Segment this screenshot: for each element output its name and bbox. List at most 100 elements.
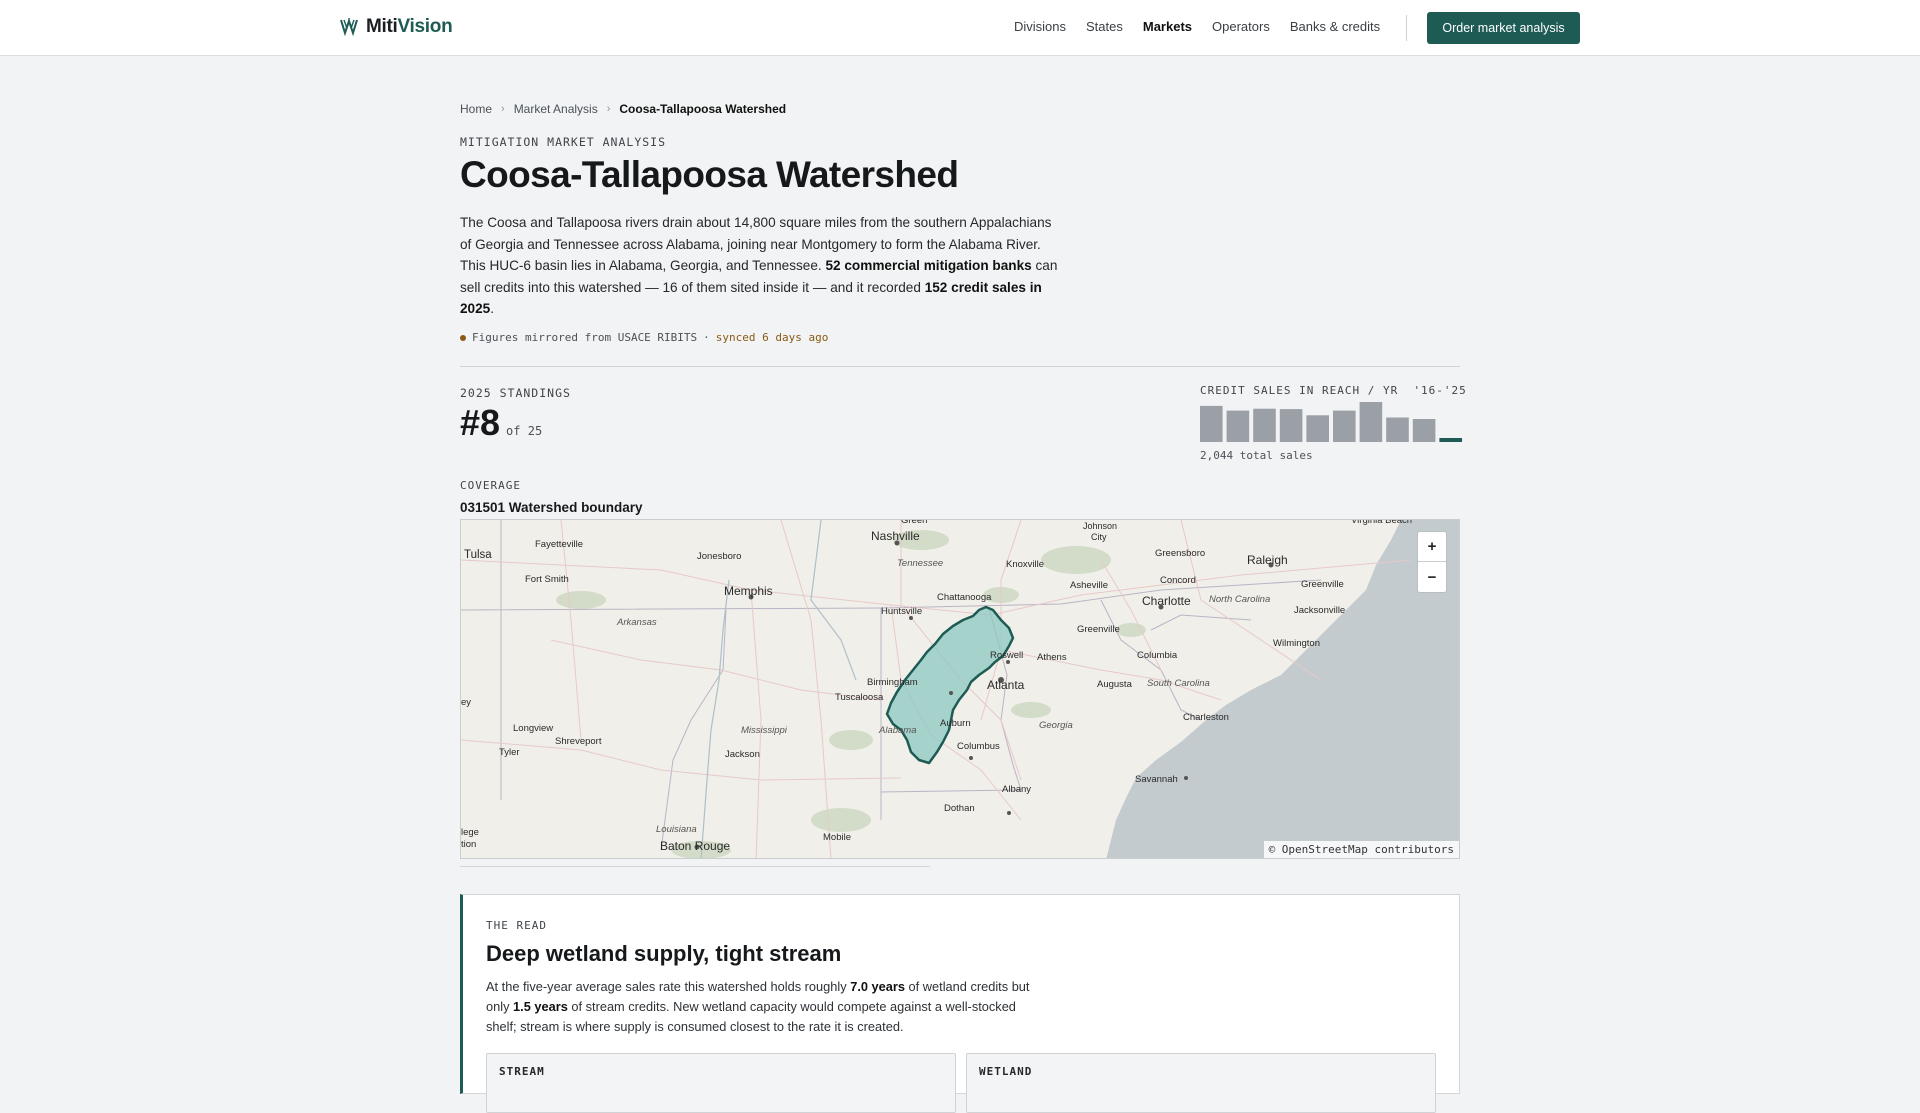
map-canvas[interactable]: Nashville Tulsa Fayetteville Jonesboro F… bbox=[461, 520, 1460, 859]
svg-text:Raleigh: Raleigh bbox=[1247, 553, 1288, 567]
svg-text:Greenville: Greenville bbox=[1077, 624, 1120, 635]
breadcrumb-home[interactable]: Home bbox=[460, 102, 492, 116]
read-title: Deep wetland supply, tight stream bbox=[486, 941, 842, 966]
sales-bar-2019 bbox=[1279, 409, 1303, 442]
svg-text:Jacksonville: Jacksonville bbox=[1294, 605, 1345, 616]
page-eyebrow: MITIGATION MARKET ANALYSIS bbox=[460, 135, 667, 149]
sales-bar-2017 bbox=[1226, 410, 1250, 442]
page-title: Coosa-Tallapoosa Watershed bbox=[460, 154, 959, 195]
svg-text:Georgia: Georgia bbox=[1039, 720, 1073, 731]
brand-name-part1: Miti bbox=[366, 16, 398, 37]
nav-divider bbox=[1406, 15, 1407, 41]
svg-text:Charlotte: Charlotte bbox=[1142, 594, 1191, 608]
svg-text:Dothan: Dothan bbox=[944, 803, 975, 814]
svg-text:Tyler: Tyler bbox=[499, 747, 520, 758]
sales-total: 2,044 total sales bbox=[1200, 449, 1313, 462]
svg-text:Tulsa: Tulsa bbox=[464, 549, 492, 561]
breadcrumb-section[interactable]: Market Analysis bbox=[514, 102, 598, 116]
wetland-panel: WETLAND bbox=[966, 1053, 1436, 1113]
sales-chart-label: CREDIT SALES IN REACH / YR '16-'25 bbox=[1200, 384, 1467, 397]
svg-text:Alabama: Alabama bbox=[878, 725, 917, 736]
svg-text:Virginia Beach: Virginia Beach bbox=[1351, 520, 1412, 526]
svg-text:Huntsville: Huntsville bbox=[881, 606, 922, 617]
svg-text:Asheville: Asheville bbox=[1070, 580, 1108, 591]
map-rivers bbox=[700, 520, 857, 858]
svg-text:Tuscaloosa: Tuscaloosa bbox=[835, 692, 884, 703]
standings-label: 2025 STANDINGS bbox=[460, 386, 571, 400]
nav-link-banks-credits[interactable]: Banks & credits bbox=[1290, 19, 1380, 34]
sync-age: synced 6 days ago bbox=[715, 331, 829, 344]
breadcrumb: Home › Market Analysis › Coosa-Tallapoos… bbox=[460, 102, 786, 116]
nav-link-operators[interactable]: Operators bbox=[1212, 19, 1270, 34]
logo-mark-icon bbox=[340, 18, 358, 36]
stream-panel: STREAM bbox=[486, 1053, 956, 1113]
standings-rank: #8 of 25 bbox=[460, 402, 542, 444]
svg-text:Wilmington: Wilmington bbox=[1273, 638, 1320, 649]
sync-source: Figures mirrored from USACE RIBITS bbox=[472, 331, 698, 344]
svg-text:Knoxville: Knoxville bbox=[1006, 559, 1044, 570]
svg-text:Savannah: Savannah bbox=[1135, 774, 1178, 785]
rank-total: of 25 bbox=[506, 424, 543, 438]
svg-text:Albany: Albany bbox=[1002, 784, 1031, 795]
read-eyebrow: THE READ bbox=[486, 919, 547, 932]
svg-text:Louisiana: Louisiana bbox=[656, 824, 697, 835]
sales-bar-2025 bbox=[1439, 438, 1462, 442]
intro-paragraph: The Coosa and Tallapoosa rivers drain ab… bbox=[460, 212, 1065, 320]
coverage-name: 031501 Watershed boundary bbox=[460, 500, 643, 515]
svg-text:lege: lege bbox=[461, 827, 479, 838]
zoom-out-button[interactable]: − bbox=[1418, 562, 1446, 592]
brand-logo[interactable]: MitiVision bbox=[340, 16, 453, 38]
map-attribution[interactable]: © OpenStreetMap contributors bbox=[1263, 841, 1459, 858]
svg-text:Memphis: Memphis bbox=[724, 584, 773, 598]
wetland-panel-label: WETLAND bbox=[979, 1065, 1033, 1078]
read-stream-years: 1.5 years bbox=[513, 999, 568, 1014]
status-dot-icon bbox=[460, 334, 466, 341]
sales-bar-2024 bbox=[1412, 419, 1436, 442]
nav-link-markets[interactable]: Markets bbox=[1143, 19, 1192, 34]
rank-number: #8 bbox=[460, 402, 501, 443]
the-read-card: THE READ Deep wetland supply, tight stre… bbox=[460, 894, 1460, 1113]
read-wetland-years: 7.0 years bbox=[850, 979, 905, 994]
svg-text:Columbus: Columbus bbox=[957, 741, 1000, 752]
svg-text:Nashville: Nashville bbox=[871, 529, 920, 543]
nav-link-divisions[interactable]: Divisions bbox=[1014, 19, 1066, 34]
sales-bar-2022 bbox=[1359, 402, 1383, 442]
svg-text:Columbia: Columbia bbox=[1137, 650, 1178, 661]
svg-text:Arkansas: Arkansas bbox=[616, 617, 657, 628]
coverage-map[interactable]: Nashville Tulsa Fayetteville Jonesboro F… bbox=[460, 519, 1460, 859]
sales-bar-2021 bbox=[1333, 410, 1356, 442]
svg-text:North Carolina: North Carolina bbox=[1209, 594, 1270, 605]
order-analysis-button[interactable]: Order market analysis bbox=[1427, 12, 1580, 44]
svg-text:Shreveport: Shreveport bbox=[555, 736, 602, 747]
svg-text:Atlanta: Atlanta bbox=[987, 678, 1025, 692]
svg-text:Fort Smith: Fort Smith bbox=[525, 574, 569, 585]
svg-text:Charleston: Charleston bbox=[1183, 712, 1229, 723]
sales-chart-title: CREDIT SALES IN REACH / YR bbox=[1200, 384, 1399, 397]
sync-separator: · bbox=[703, 331, 710, 344]
zoom-in-button[interactable]: + bbox=[1418, 532, 1446, 562]
nav-link-states[interactable]: States bbox=[1086, 19, 1123, 34]
svg-text:Fayetteville: Fayetteville bbox=[535, 539, 583, 550]
svg-text:Tennessee: Tennessee bbox=[897, 558, 943, 569]
top-nav: MitiVision Divisions States Markets Oper… bbox=[0, 0, 1920, 56]
nav-links: Divisions States Markets Operators Banks… bbox=[1014, 19, 1380, 34]
svg-text:Jackson: Jackson bbox=[725, 749, 760, 760]
divider bbox=[460, 366, 1460, 367]
intro-text-3: . bbox=[490, 301, 495, 316]
sales-bar-2023 bbox=[1386, 417, 1409, 442]
svg-text:Mobile: Mobile bbox=[823, 832, 851, 843]
divider bbox=[460, 866, 930, 867]
sales-sparkline-chart bbox=[1200, 402, 1462, 442]
intro-banks-count: 52 commercial mitigation banks bbox=[825, 258, 1032, 273]
svg-text:Athens: Athens bbox=[1037, 652, 1067, 663]
svg-text:Baton Rouge: Baton Rouge bbox=[660, 839, 730, 853]
breadcrumb-current: Coosa-Tallapoosa Watershed bbox=[619, 102, 787, 116]
svg-text:Greenville: Greenville bbox=[1301, 579, 1344, 590]
svg-text:Auburn: Auburn bbox=[940, 718, 971, 729]
svg-text:South Carolina: South Carolina bbox=[1147, 678, 1210, 689]
svg-text:Concord: Concord bbox=[1160, 575, 1196, 586]
sync-status: Figures mirrored from USACE RIBITS · syn… bbox=[460, 331, 828, 344]
svg-text:Roswell: Roswell bbox=[990, 650, 1023, 661]
sales-chart-range: '16-'25 bbox=[1413, 384, 1467, 397]
svg-text:Augusta: Augusta bbox=[1097, 679, 1133, 690]
